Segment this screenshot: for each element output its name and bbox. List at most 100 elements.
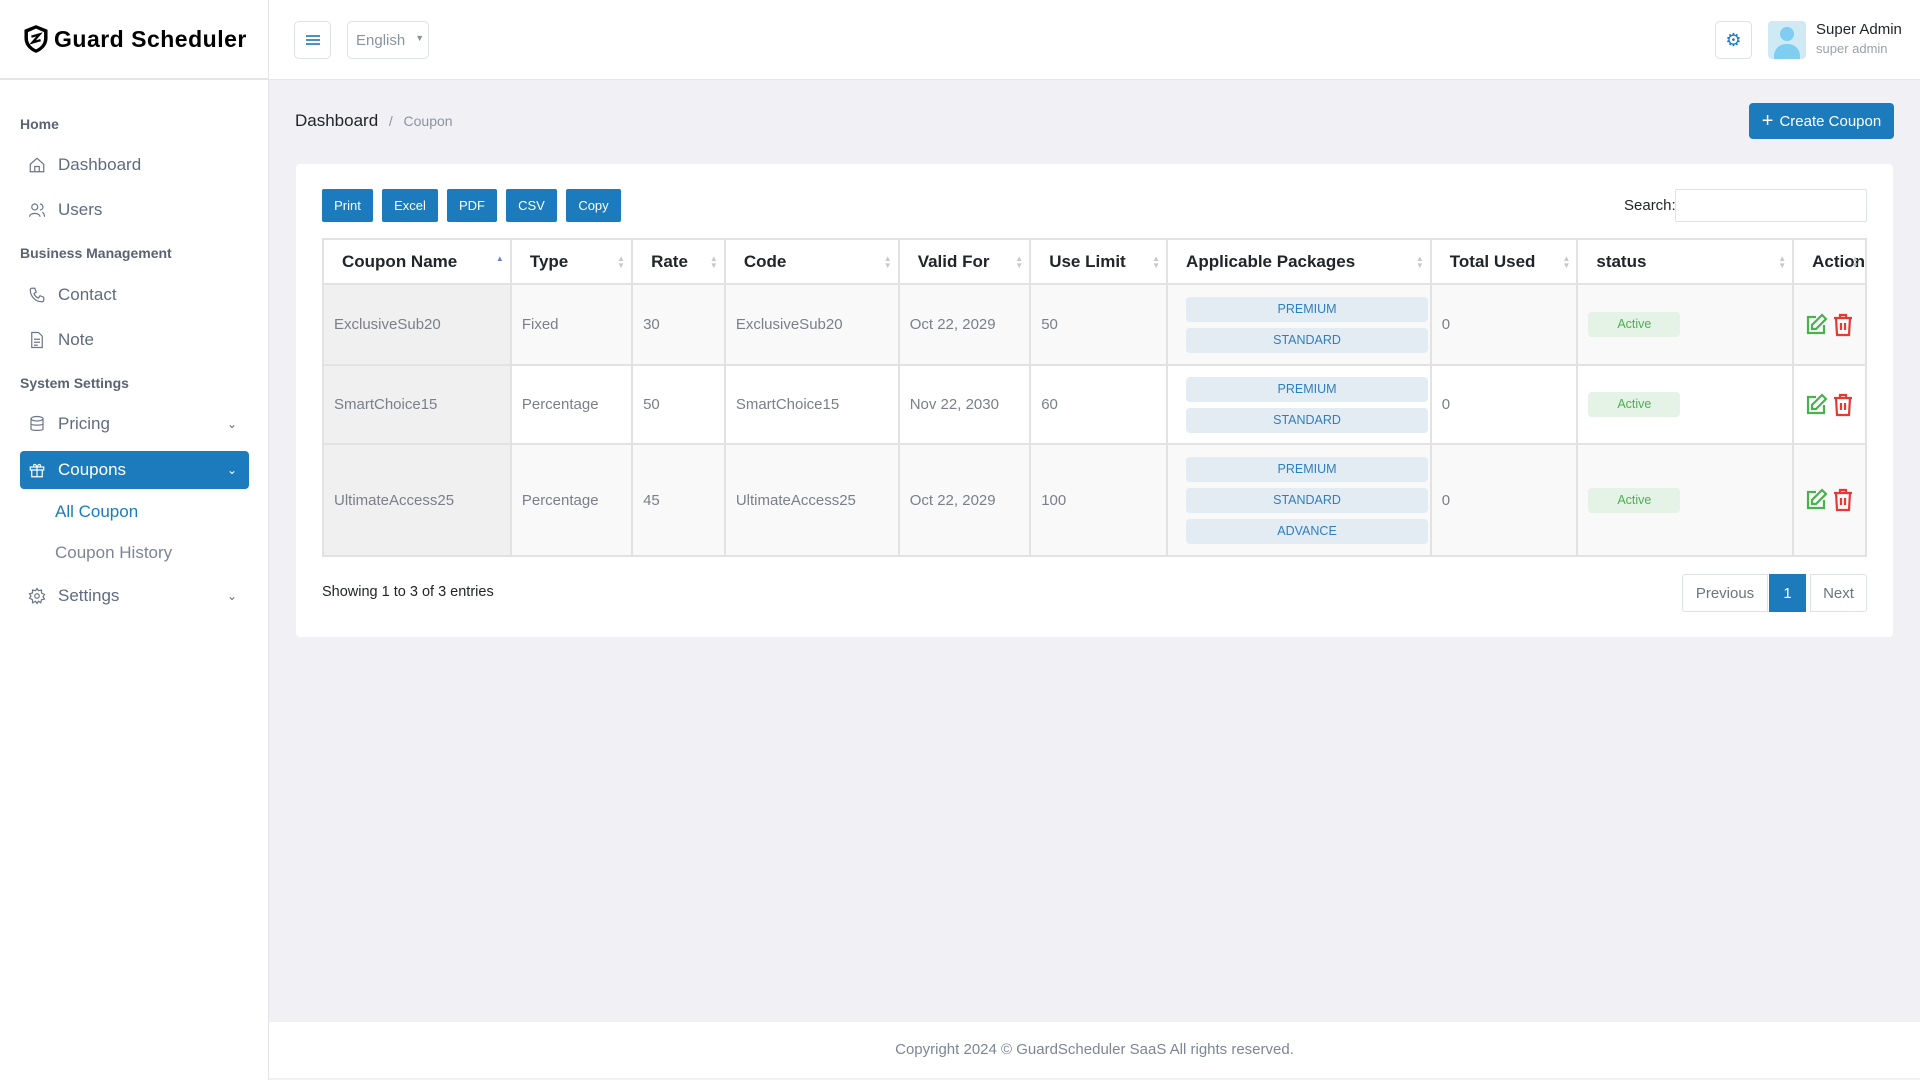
use-limit-cell: 50	[1029, 283, 1169, 366]
table-row: ExclusiveSub20 Fixed 30 ExclusiveSub20 Oct 2…	[322, 283, 1867, 366]
column-header[interactable]: Use Limit ▲ ▼	[1029, 238, 1169, 285]
delete-icon[interactable]	[1832, 393, 1854, 417]
footer: Copyright 2024 © GuardScheduler SaaS All…	[269, 1022, 1920, 1078]
sidebar-item-coupons[interactable]: Coupons ⌄	[20, 451, 249, 489]
search-input[interactable]	[1675, 189, 1867, 222]
package-badge: ADVANCE	[1186, 518, 1429, 544]
coupon-name-cell: SmartChoice15	[322, 364, 512, 445]
code-cell: ExclusiveSub20	[723, 283, 900, 366]
table-row: SmartChoice15 Percentage 50 SmartChoice15 No…	[322, 364, 1867, 445]
sidebar-item-note[interactable]: Note	[20, 321, 249, 359]
table-row: UltimateAccess25 Percentage 45 UltimateAcce…	[322, 443, 1867, 557]
sidebar-item-settings[interactable]: Settings ⌄	[20, 577, 249, 615]
sort-icon: ▲ ▼	[1415, 254, 1424, 270]
use-limit-cell: 60	[1029, 364, 1169, 445]
column-label: Use Limit	[1049, 251, 1126, 271]
column-header[interactable]: status ▲ ▼	[1576, 238, 1795, 285]
code-cell: SmartChoice15	[723, 364, 900, 445]
packages-cell: PREMIUM STANDARD ADVANCE	[1166, 443, 1432, 557]
table-info: Showing 1 to 3 of 3 entries	[322, 584, 494, 600]
app-logo[interactable]: Guard Scheduler	[0, 0, 268, 80]
column-header[interactable]: Applicable Packages ▲ ▼	[1166, 238, 1432, 285]
caret-down-icon: ▼	[415, 33, 425, 43]
avatar[interactable]	[1768, 21, 1806, 59]
edit-icon[interactable]	[1804, 392, 1828, 417]
column-label: Coupon Name	[342, 251, 458, 271]
excel-button[interactable]: Excel	[382, 189, 438, 222]
chevron-down-icon: ⌄	[226, 417, 237, 431]
sort-icon: ▲ ▼	[1152, 254, 1161, 270]
type-cell: Percentage	[509, 364, 634, 445]
shield-logo-icon	[24, 25, 48, 53]
menu-toggle-button[interactable]	[294, 21, 331, 59]
package-badge: STANDARD	[1186, 407, 1429, 433]
column-label: Total Used	[1449, 251, 1536, 271]
sort-icon: ▲ ▼	[1778, 254, 1787, 270]
packages-cell: PREMIUM STANDARD	[1166, 364, 1432, 445]
breadcrumb-dashboard[interactable]: Dashboard	[295, 111, 378, 130]
home-icon	[29, 157, 45, 173]
edit-icon[interactable]	[1804, 312, 1828, 337]
column-label: Valid For	[917, 251, 990, 271]
column-header[interactable]: Valid For ▲ ▼	[897, 238, 1032, 285]
next-page-button[interactable]: Next	[1810, 574, 1867, 612]
code-cell: UltimateAccess25	[723, 443, 900, 557]
column-header[interactable]: Action ▲ ▼	[1792, 238, 1867, 285]
coupon-name-cell: UltimateAccess25	[322, 443, 512, 557]
sidebar-item-label: Pricing	[58, 414, 110, 433]
status-cell: Active	[1576, 443, 1795, 557]
sort-icon: ▲ ▼	[709, 254, 718, 270]
column-header[interactable]: Coupon Name ▲	[322, 238, 512, 285]
sidebar-item-dashboard[interactable]: Dashboard	[20, 146, 249, 184]
sidebar-subitem-coupon-history[interactable]: Coupon History	[55, 543, 172, 563]
database-icon	[30, 415, 44, 431]
type-cell: Fixed	[509, 283, 634, 366]
sort-icon: ▲ ▼	[1562, 254, 1571, 270]
valid-for-cell: Nov 22, 2030	[897, 364, 1032, 445]
sidebar-item-contact[interactable]: Contact	[20, 276, 249, 314]
csv-button[interactable]: CSV	[506, 189, 557, 222]
action-cell	[1792, 283, 1867, 366]
app-name: Guard Scheduler	[54, 25, 247, 52]
sidebar-item-pricing[interactable]: Pricing ⌄	[20, 405, 249, 443]
chevron-down-icon: ⌄	[226, 589, 237, 603]
sort-icon: ▲ ▼	[1015, 254, 1024, 270]
action-cell	[1792, 443, 1867, 557]
sidebar-subitem-all-coupon[interactable]: All Coupon	[55, 502, 138, 522]
language-select[interactable]: English ▼	[347, 21, 429, 59]
plus-icon: +	[1761, 109, 1774, 132]
edit-icon[interactable]	[1804, 488, 1828, 512]
breadcrumb-current: Coupon	[403, 113, 453, 129]
rate-cell: 50	[631, 364, 726, 445]
section-system: System Settings	[20, 375, 129, 391]
column-header[interactable]: Type ▲ ▼	[509, 238, 634, 285]
copy-button[interactable]: Copy	[566, 189, 621, 222]
status-cell: Active	[1576, 283, 1795, 366]
delete-icon[interactable]	[1832, 488, 1854, 512]
settings-button[interactable]: ⚙	[1715, 21, 1752, 59]
package-badge: STANDARD	[1186, 487, 1429, 513]
column-label: Applicable Packages	[1186, 251, 1356, 271]
sidebar-item-label: Coupons	[58, 460, 127, 479]
user-role: super admin	[1816, 41, 1888, 56]
page-1-button[interactable]: 1	[1769, 574, 1806, 612]
sort-icon: ▲ ▼	[883, 254, 892, 270]
column-header[interactable]: Rate ▲ ▼	[631, 238, 726, 285]
pdf-button[interactable]: PDF	[447, 189, 497, 222]
print-button[interactable]: Print	[322, 189, 373, 222]
column-header[interactable]: Total Used ▲ ▼	[1429, 238, 1579, 285]
column-header[interactable]: Code ▲ ▼	[723, 238, 900, 285]
breadcrumb: Dashboard / Coupon	[295, 111, 453, 130]
sidebar: Guard Scheduler Home Dashboard Users Bus…	[0, 0, 269, 1080]
previous-page-button[interactable]: Previous	[1682, 574, 1768, 612]
delete-icon[interactable]	[1832, 313, 1854, 337]
status-badge: Active	[1588, 392, 1681, 417]
sort-icon: ▲	[495, 254, 504, 263]
hamburger-icon	[305, 35, 320, 45]
sidebar-item-users[interactable]: Users	[20, 191, 249, 229]
total-used-cell: 0	[1429, 443, 1579, 557]
users-icon	[28, 203, 46, 217]
create-coupon-button[interactable]: + Create Coupon	[1749, 103, 1894, 139]
type-cell: Percentage	[509, 443, 634, 557]
chevron-down-icon: ⌄	[226, 463, 237, 477]
